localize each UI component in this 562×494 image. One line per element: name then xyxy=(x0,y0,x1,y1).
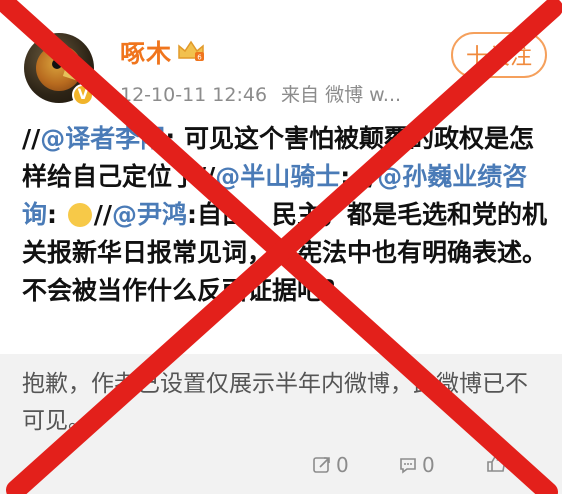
follow-button[interactable]: 十关注 xyxy=(451,32,547,78)
like-icon xyxy=(487,454,506,472)
comment-button[interactable]: 0 xyxy=(398,453,435,477)
unavailable-notice: 抱歉，作者已设置仅展示半年内微博，此微博已不可见。 xyxy=(22,371,528,434)
post-source: 来自 微博 w... xyxy=(281,84,402,106)
timestamp: 12-10-11 12:46 xyxy=(120,84,268,106)
repost-count: 0 xyxy=(336,453,349,477)
mention-link[interactable]: @译者李阳 xyxy=(40,124,165,153)
svg-text:6: 6 xyxy=(197,54,202,62)
thinking-emoji-icon xyxy=(67,203,92,227)
action-bar: 0 0 xyxy=(0,453,562,483)
comment-count: 0 xyxy=(422,453,435,477)
repost-button[interactable]: 0 xyxy=(312,453,349,477)
post-content: //@译者李阳: 可见这个害怕被颠覆的政权是怎样给自己定位了//@半山骑士: /… xyxy=(22,124,548,305)
repost-icon xyxy=(313,457,330,473)
username[interactable]: 啄木 xyxy=(120,34,172,70)
comment-icon xyxy=(400,458,416,474)
unavailable-notice-box: 抱歉，作者已设置仅展示半年内微博，此微博已不可见。 0 0 xyxy=(0,354,562,494)
weibo-post-card: V 啄木 6 12-10-11 12:46 来自 微博 w... 十关注 //@译… xyxy=(0,0,562,494)
like-button[interactable] xyxy=(486,453,512,473)
crown-icon: 6 xyxy=(178,40,204,62)
verified-icon: V xyxy=(72,84,94,106)
mention-link[interactable]: @半山骑士 xyxy=(215,162,340,191)
follow-label: 十关注 xyxy=(465,45,532,70)
post-meta: 12-10-11 12:46 来自 微博 w... xyxy=(120,80,401,107)
mention-link[interactable]: @尹鸿 xyxy=(112,200,187,229)
